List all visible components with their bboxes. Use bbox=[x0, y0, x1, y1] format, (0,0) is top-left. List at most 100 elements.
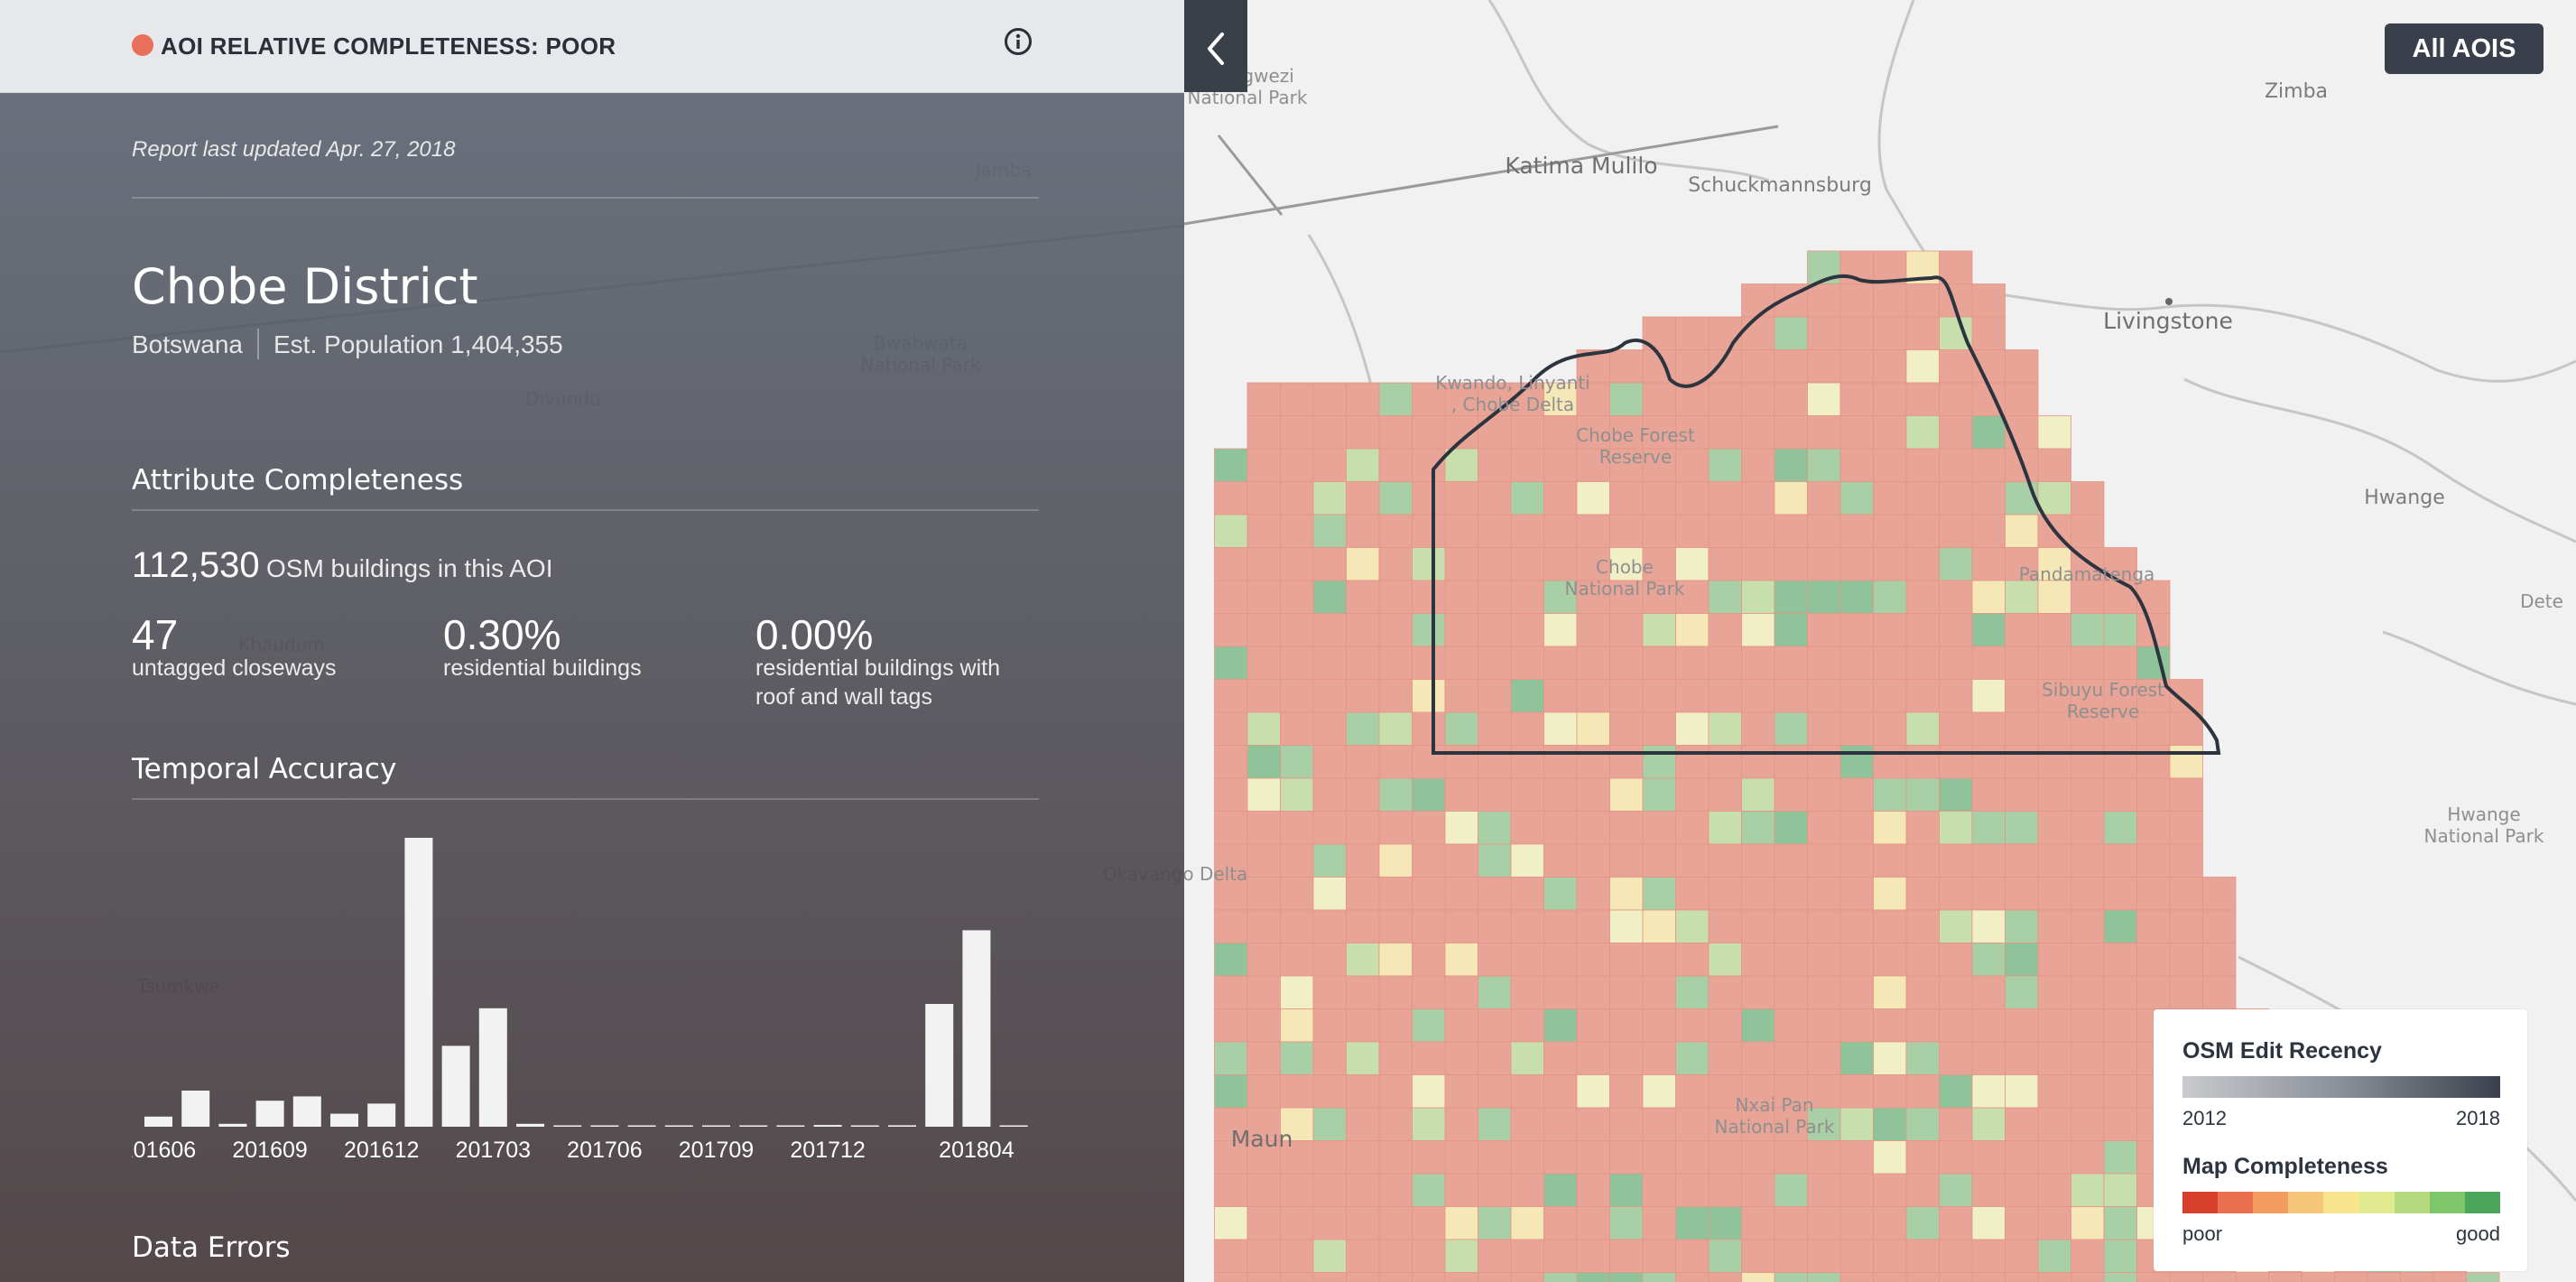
completeness-cell bbox=[2103, 1008, 2137, 1043]
completeness-cell bbox=[1642, 745, 1676, 779]
completeness-cell bbox=[1741, 514, 1775, 548]
completeness-cell bbox=[1346, 711, 1380, 746]
completeness-cell bbox=[1774, 811, 1808, 845]
completeness-cell bbox=[1246, 877, 1281, 911]
completeness-cell bbox=[1939, 1140, 1973, 1175]
all-aois-button[interactable]: All AOIS bbox=[2385, 23, 2544, 74]
completeness-cell bbox=[1905, 382, 1940, 416]
completeness-cell bbox=[1905, 316, 1940, 350]
completeness-cell bbox=[2103, 646, 2137, 680]
completeness-swatch bbox=[2429, 1192, 2465, 1213]
completeness-cell bbox=[2037, 481, 2071, 516]
completeness-cell bbox=[1839, 1206, 1874, 1240]
completeness-cell bbox=[1444, 745, 1478, 779]
completeness-cell bbox=[1609, 514, 1644, 548]
completeness-cell bbox=[1905, 646, 1940, 680]
chart-x-tick: 201612 bbox=[344, 1138, 419, 1163]
completeness-cell bbox=[1839, 909, 1874, 943]
completeness-cell bbox=[1774, 777, 1808, 812]
completeness-cell bbox=[1478, 1041, 1512, 1075]
completeness-max-label: good bbox=[2456, 1222, 2500, 1245]
completeness-cell bbox=[1609, 1074, 1644, 1109]
completeness-cell bbox=[2136, 943, 2171, 977]
completeness-cell bbox=[1246, 811, 1281, 845]
completeness-cell bbox=[1214, 481, 1248, 516]
completeness-cell bbox=[1478, 679, 1512, 713]
completeness-cell bbox=[1280, 613, 1314, 647]
completeness-cell bbox=[1971, 1272, 2006, 1282]
completeness-cell bbox=[1246, 646, 1281, 680]
completeness-cell bbox=[1312, 1239, 1347, 1273]
completeness-cell bbox=[2005, 877, 2039, 911]
completeness-cell bbox=[1774, 745, 1808, 779]
completeness-cell bbox=[1873, 1272, 1907, 1282]
completeness-cell bbox=[1412, 975, 1446, 1009]
completeness-cell bbox=[1576, 811, 1610, 845]
completeness-cell bbox=[1478, 777, 1512, 812]
status-dot bbox=[132, 34, 153, 56]
completeness-cell bbox=[1412, 711, 1446, 746]
completeness-cell bbox=[1444, 1239, 1478, 1273]
completeness-cell bbox=[1576, 481, 1610, 516]
completeness-cell bbox=[2037, 1008, 2071, 1043]
completeness-cell bbox=[1905, 1107, 1940, 1141]
completeness-cell bbox=[1971, 975, 2006, 1009]
completeness-cell bbox=[1312, 909, 1347, 943]
completeness-cell bbox=[1444, 646, 1478, 680]
completeness-cell bbox=[1378, 415, 1413, 450]
info-icon[interactable] bbox=[1004, 27, 1033, 56]
completeness-cell bbox=[2071, 745, 2105, 779]
completeness-cell bbox=[2400, 1272, 2434, 1282]
completeness-cell bbox=[1312, 1074, 1347, 1109]
completeness-cell bbox=[1280, 1074, 1314, 1109]
completeness-cell bbox=[1675, 1107, 1710, 1141]
completeness-cell bbox=[1346, 777, 1380, 812]
completeness-cell bbox=[1741, 349, 1775, 384]
completeness-cell bbox=[1741, 943, 1775, 977]
completeness-cell bbox=[1873, 877, 1907, 911]
completeness-cell bbox=[1774, 514, 1808, 548]
completeness-cell bbox=[1378, 1041, 1413, 1075]
completeness-cell bbox=[1741, 481, 1775, 516]
completeness-cell bbox=[2005, 975, 2039, 1009]
completeness-cell bbox=[1807, 909, 1841, 943]
completeness-cell bbox=[2005, 943, 2039, 977]
completeness-cell bbox=[1708, 1041, 1742, 1075]
completeness-cell bbox=[1642, 1041, 1676, 1075]
completeness-cell bbox=[1478, 1173, 1512, 1207]
collapse-panel-button[interactable] bbox=[1184, 0, 1247, 92]
completeness-cell bbox=[1214, 975, 1248, 1009]
completeness-cell bbox=[1478, 1074, 1512, 1109]
completeness-cell bbox=[2037, 1173, 2071, 1207]
completeness-cell bbox=[2071, 943, 2105, 977]
completeness-cell bbox=[1642, 1206, 1676, 1240]
completeness-cell bbox=[1312, 1173, 1347, 1207]
completeness-cell bbox=[1741, 580, 1775, 614]
completeness-min-label: poor bbox=[2182, 1222, 2223, 1245]
completeness-cell bbox=[1971, 349, 2006, 384]
completeness-cell bbox=[1312, 646, 1347, 680]
completeness-cell bbox=[1939, 1041, 1973, 1075]
completeness-cell bbox=[2037, 1074, 2071, 1109]
completeness-cell bbox=[1774, 1041, 1808, 1075]
completeness-cell bbox=[1246, 1206, 1281, 1240]
completeness-cell bbox=[1873, 777, 1907, 812]
completeness-cell bbox=[1839, 448, 1874, 482]
completeness-cell bbox=[2202, 1272, 2237, 1282]
completeness-cell bbox=[1873, 1008, 1907, 1043]
completeness-cell bbox=[1905, 1140, 1940, 1175]
completeness-cell bbox=[1839, 514, 1874, 548]
completeness-cell bbox=[1675, 811, 1710, 845]
completeness-cell bbox=[1214, 777, 1248, 812]
livingstone-marker bbox=[2165, 298, 2173, 305]
completeness-cell bbox=[1675, 1272, 1710, 1282]
completeness-cell bbox=[2103, 1206, 2137, 1240]
completeness-cell bbox=[1543, 448, 1578, 482]
completeness-cell bbox=[1576, 613, 1610, 647]
completeness-cell bbox=[1576, 777, 1610, 812]
completeness-cell bbox=[1971, 811, 2006, 845]
completeness-cell bbox=[1609, 811, 1644, 845]
completeness-cell bbox=[1774, 679, 1808, 713]
completeness-cell bbox=[1807, 1140, 1841, 1175]
completeness-cell bbox=[1246, 909, 1281, 943]
